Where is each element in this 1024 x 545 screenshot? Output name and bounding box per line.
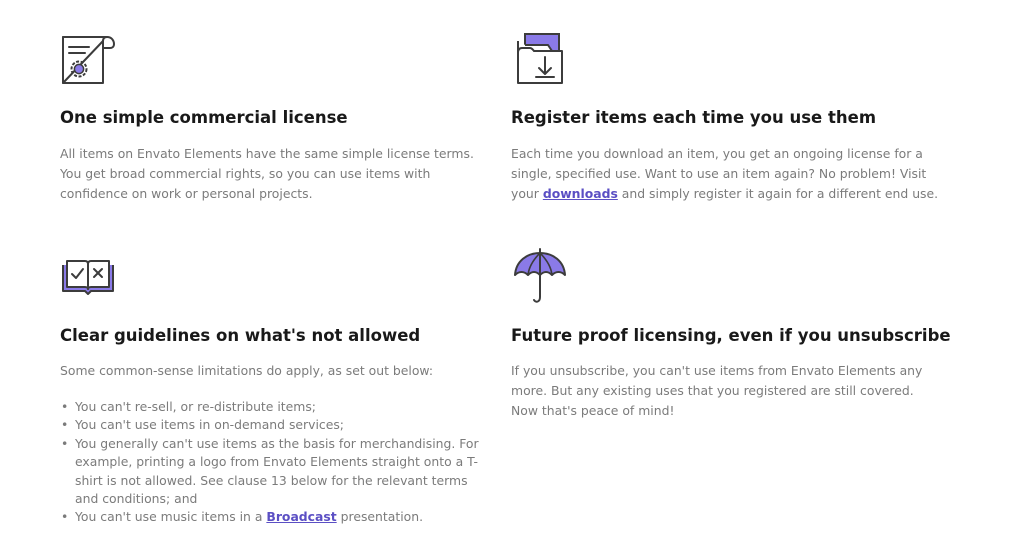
umbrella-icon	[514, 248, 566, 303]
download-folder-icon	[517, 33, 563, 84]
guideline-item: You generally can't use items as the bas…	[60, 435, 480, 509]
license-title: One simple commercial license	[60, 108, 348, 127]
register-body: Each time you download an item, you get …	[511, 144, 951, 204]
register-body-text-end: and simply register it again for a diffe…	[621, 186, 939, 201]
guidelines-title: Clear guidelines on what's not allowed	[60, 326, 421, 345]
future-body: If you unsubscribe, you can't use items …	[511, 363, 923, 418]
guideline-item: You can't use items in on-demand service…	[60, 416, 480, 435]
license-document-gear-icon	[62, 36, 115, 84]
open-book-check-cross-icon	[62, 260, 114, 295]
future-title: Future proof licensing, even if you unsu…	[511, 326, 951, 345]
broadcast-link[interactable]: Broadcast	[266, 509, 336, 524]
guideline-item: You can't re-sell, or re-distribute item…	[60, 398, 480, 417]
guideline-item-text: You can't use music items in a	[75, 509, 263, 525]
guideline-item-text-end: presentation.	[340, 509, 424, 525]
guidelines-list: You can't re-sell, or re-distribute item…	[60, 398, 480, 527]
license-body: All items on Envato Elements have the sa…	[60, 146, 474, 201]
guideline-item: You can't use music items in a Broadcast…	[60, 508, 480, 527]
downloads-link[interactable]: downloads	[543, 186, 618, 201]
guidelines-intro: Some common-sense limitations do apply, …	[60, 363, 434, 378]
register-title: Register items each time you use them	[511, 108, 877, 127]
